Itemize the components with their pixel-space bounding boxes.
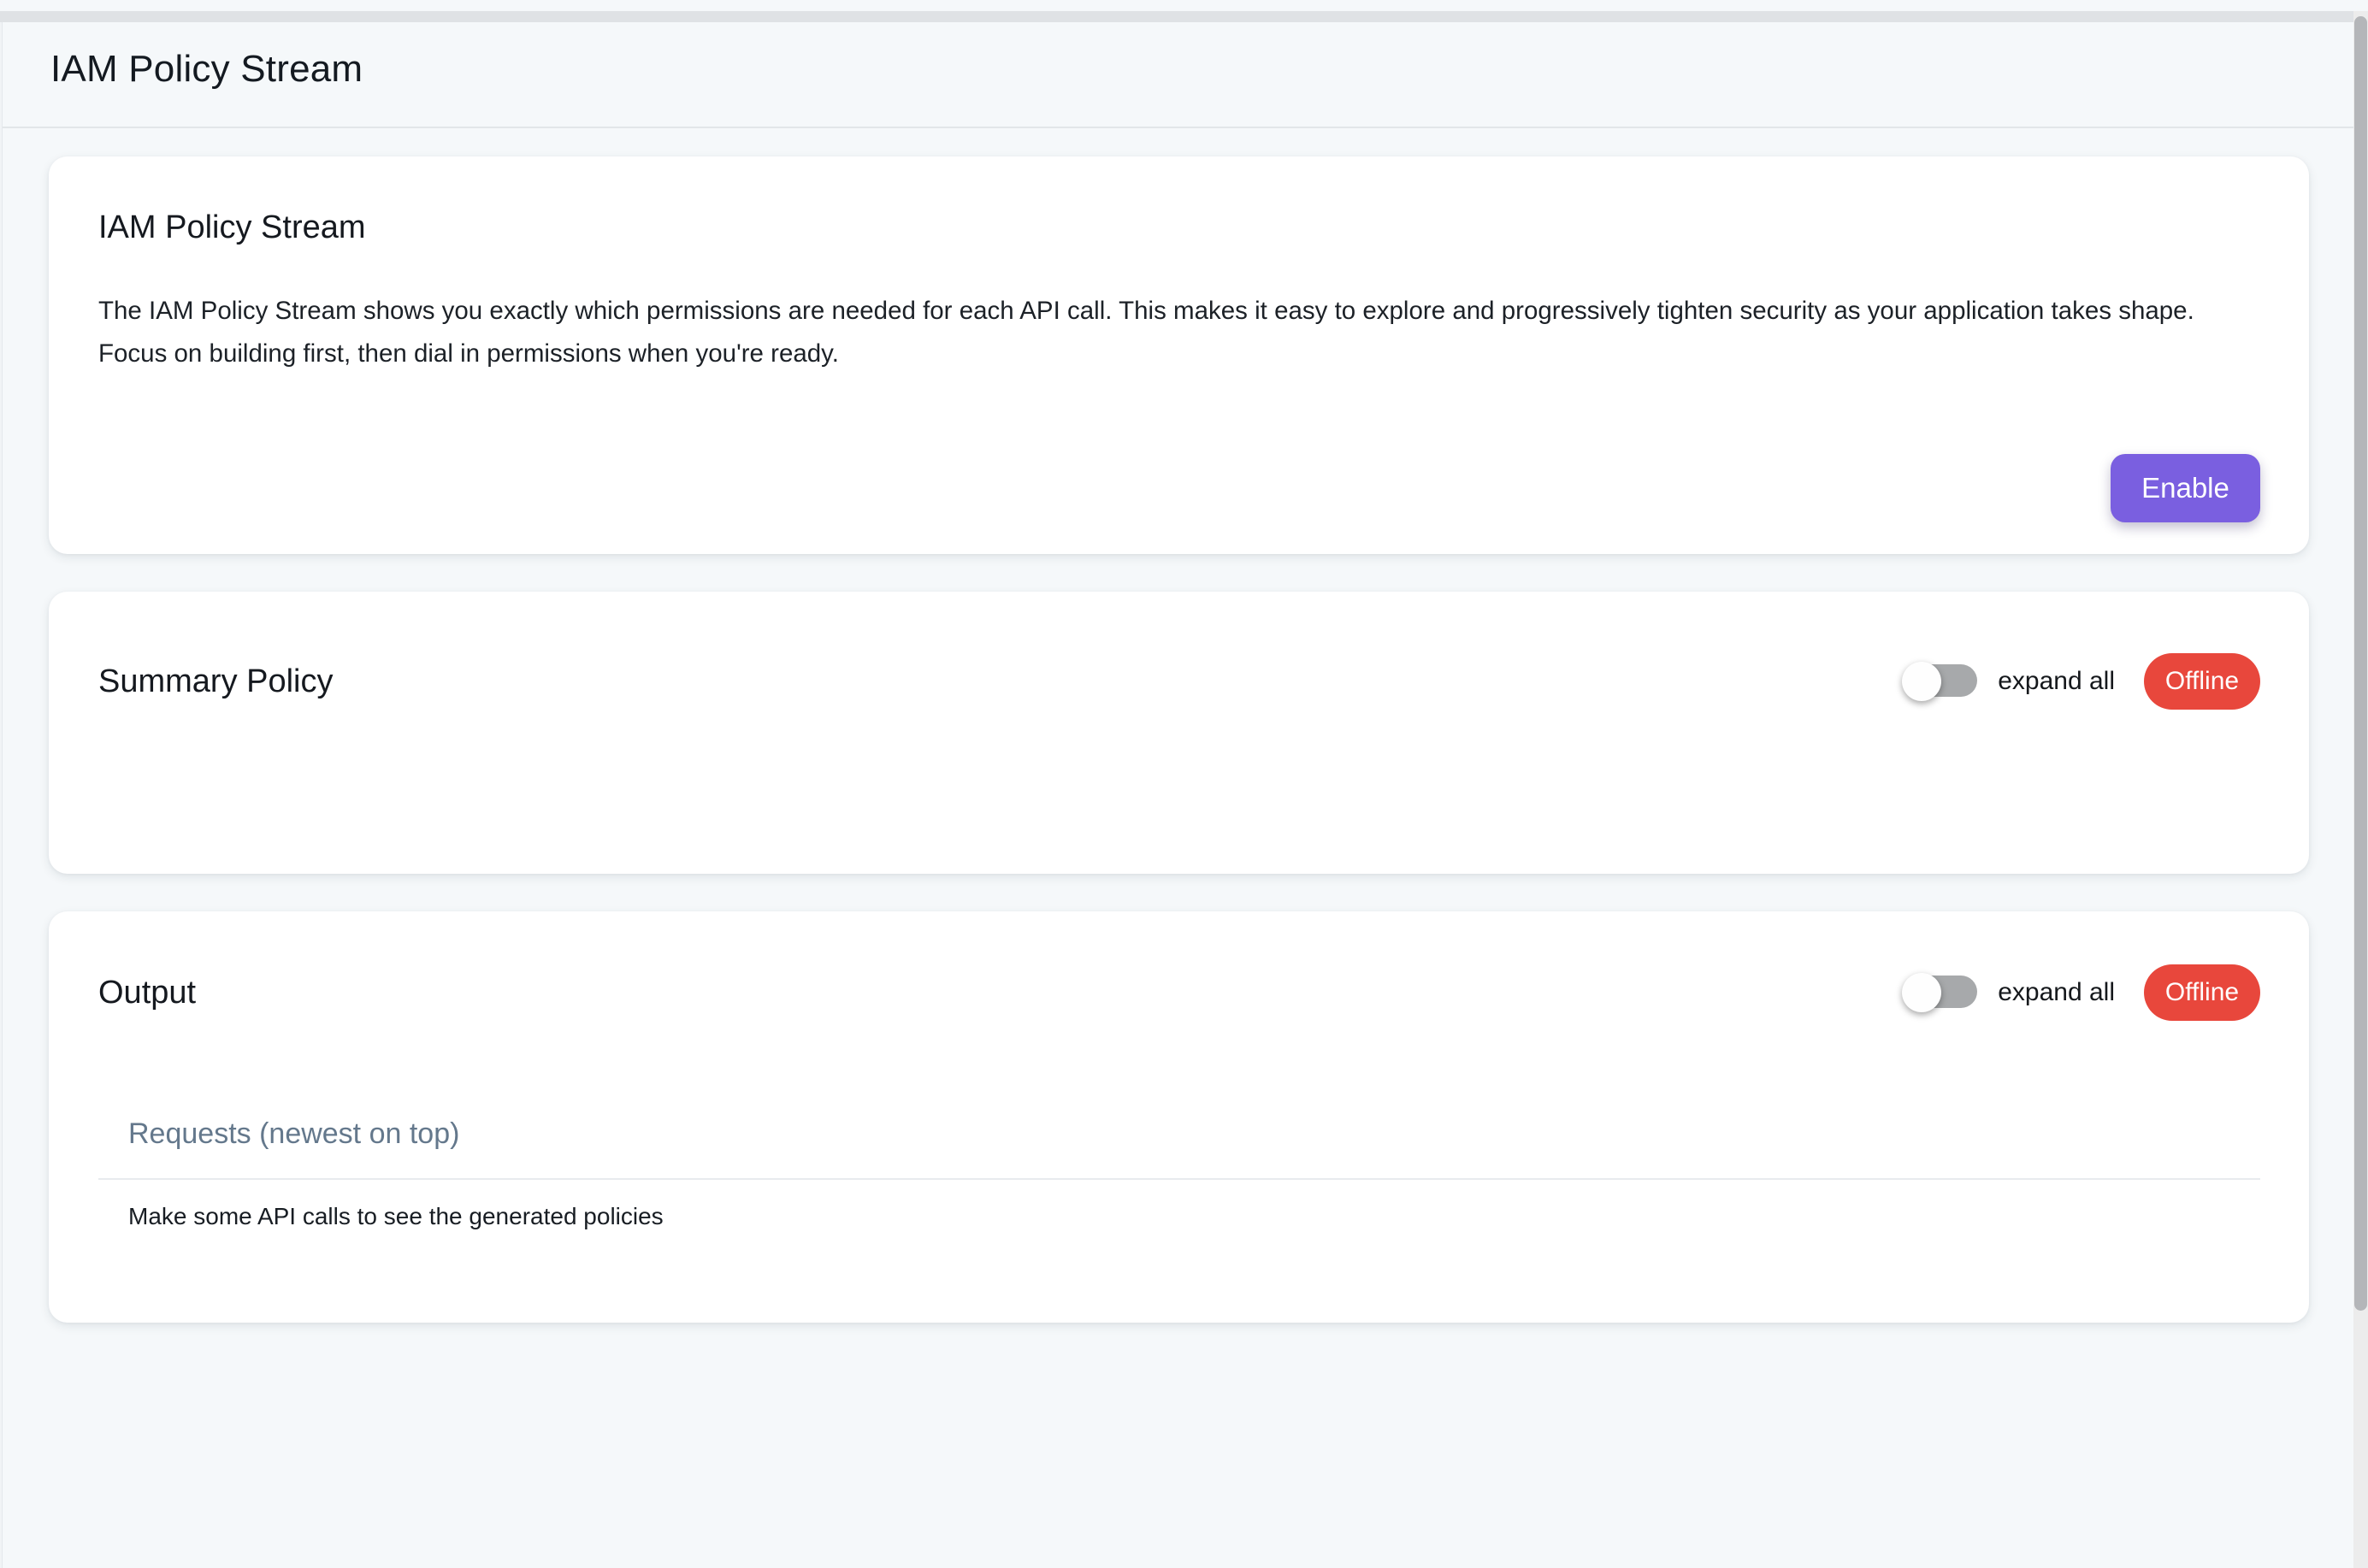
summary-policy-header-row: Summary Policy expand all Offline bbox=[98, 653, 2260, 710]
window-top-band bbox=[0, 11, 2353, 22]
page-title: IAM Policy Stream bbox=[50, 48, 363, 91]
intro-card: IAM Policy Stream The IAM Policy Stream … bbox=[49, 156, 2309, 554]
toggle-knob bbox=[1902, 662, 1941, 701]
output-header-row: Output expand all Offline bbox=[98, 964, 2260, 1021]
requests-panel: Requests (newest on top) Make some API c… bbox=[98, 1117, 2260, 1274]
summary-status-badge: Offline bbox=[2144, 653, 2260, 710]
requests-empty-message: Make some API calls to see the generated… bbox=[98, 1180, 2260, 1231]
requests-heading: Requests (newest on top) bbox=[98, 1117, 2260, 1151]
summary-policy-controls: expand all Offline bbox=[1904, 653, 2260, 710]
page-header: IAM Policy Stream bbox=[0, 11, 2368, 128]
output-status-badge: Offline bbox=[2144, 964, 2260, 1021]
output-card: Output expand all Offline Requests (newe… bbox=[49, 911, 2309, 1323]
toggle-knob bbox=[1902, 973, 1941, 1012]
output-expand-toggle[interactable] bbox=[1904, 970, 1977, 1015]
summary-expand-toggle[interactable] bbox=[1904, 659, 1977, 704]
main-content: IAM Policy Stream The IAM Policy Stream … bbox=[0, 128, 2368, 1323]
summary-policy-card: Summary Policy expand all Offline bbox=[49, 592, 2309, 874]
window-left-edge bbox=[0, 11, 3, 1568]
enable-button[interactable]: Enable bbox=[2111, 454, 2260, 522]
output-expand-all-label[interactable]: expand all bbox=[1998, 978, 2115, 1007]
scrollbar-track[interactable] bbox=[2353, 11, 2368, 1568]
output-controls: expand all Offline bbox=[1904, 964, 2260, 1021]
scrollbar-thumb[interactable] bbox=[2354, 16, 2367, 1311]
output-title: Output bbox=[98, 973, 196, 1012]
intro-card-title: IAM Policy Stream bbox=[98, 208, 2260, 247]
intro-card-description: The IAM Policy Stream shows you exactly … bbox=[98, 290, 2260, 375]
intro-card-actions: Enable bbox=[98, 454, 2260, 522]
summary-policy-title: Summary Policy bbox=[98, 662, 334, 701]
summary-expand-all-label[interactable]: expand all bbox=[1998, 667, 2115, 696]
